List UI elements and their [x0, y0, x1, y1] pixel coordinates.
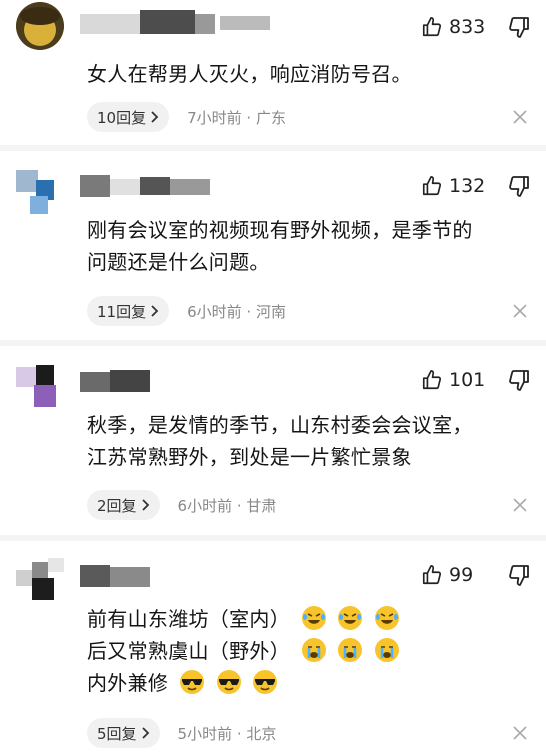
rofl-emoji-icon — [301, 606, 326, 630]
thumbs-down-icon[interactable] — [507, 563, 531, 587]
time-location: 5小时前 · 北京 — [177, 724, 277, 743]
avatar[interactable] — [16, 361, 64, 409]
comment-line: 问题还是什么问题。 — [87, 250, 270, 274]
comment-line: 刚有会议室的视频现有野外视频，是季节的 — [87, 218, 473, 242]
avatar[interactable] — [16, 166, 64, 214]
username[interactable] — [80, 10, 270, 34]
reply-label: 11回复 — [97, 302, 147, 321]
reply-label: 10回复 — [97, 108, 147, 127]
rofl-emoji-icon — [375, 606, 400, 630]
username[interactable] — [80, 368, 150, 392]
comment-meta: 10回复 7小时前 · 广东 — [87, 102, 286, 132]
sunglasses-emoji-icon — [216, 670, 241, 694]
comment-line-text: 前有山东潍坊（室内） — [87, 607, 290, 631]
comment-line: 江苏常熟野外，到处是一片繁忙景象 — [87, 445, 412, 469]
close-icon[interactable] — [512, 497, 528, 513]
comment-meta: 11回复 6小时前 · 河南 — [87, 296, 286, 326]
comment-4: 99 前有山东潍坊（室内） 后又常熟虞山（野外） 内外兼修 5回复 5小时前 ·… — [0, 541, 546, 754]
reply-label: 2回复 — [97, 496, 137, 515]
username[interactable] — [80, 563, 150, 587]
like-count: 132 — [449, 175, 486, 197]
chevron-right-icon — [141, 727, 149, 739]
comment-1: 833 女人在帮男人灭火，响应消防号召。 10回复 7小时前 · 广东 — [0, 0, 546, 145]
chevron-right-icon — [151, 305, 159, 317]
reply-button[interactable]: 5回复 — [87, 718, 160, 748]
like-count: 101 — [449, 369, 486, 391]
like-count: 99 — [449, 564, 474, 586]
comment-meta: 2回复 6小时前 · 甘肃 — [87, 490, 276, 520]
comment-line: 秋季，是发情的季节，山东村委会会议室， — [87, 413, 473, 437]
chevron-right-icon — [141, 499, 149, 511]
sob-emoji-icon — [301, 638, 326, 662]
time-location: 7小时前 · 广东 — [187, 108, 286, 127]
close-icon[interactable] — [512, 109, 528, 125]
reply-button[interactable]: 10回复 — [87, 102, 170, 132]
close-icon[interactable] — [512, 303, 528, 319]
comment-text: 女人在帮男人灭火，响应消防号召。 — [87, 58, 532, 90]
comment-text: 秋季，是发情的季节，山东村委会会议室， 江苏常熟野外，到处是一片繁忙景象 — [87, 409, 532, 473]
thumbs-down-icon[interactable] — [507, 15, 531, 39]
chevron-right-icon — [151, 111, 159, 123]
comment-text: 刚有会议室的视频现有野外视频，是季节的 问题还是什么问题。 — [87, 214, 532, 278]
time-location: 6小时前 · 甘肃 — [177, 496, 277, 515]
thumbs-up-icon — [422, 176, 442, 196]
thumbs-down-icon[interactable] — [507, 368, 531, 392]
thumbs-down-icon[interactable] — [507, 174, 531, 198]
thumbs-up-icon — [422, 370, 442, 390]
comment-line: 前有山东潍坊（室内） — [87, 603, 532, 635]
comment-3: 101 秋季，是发情的季节，山东村委会会议室， 江苏常熟野外，到处是一片繁忙景象… — [0, 346, 546, 535]
comment-line-text: 后又常熟虞山（野外） — [87, 639, 290, 663]
comment-line-text: 内外兼修 — [87, 671, 169, 695]
close-icon[interactable] — [512, 725, 528, 741]
comment-text: 前有山东潍坊（室内） 后又常熟虞山（野外） 内外兼修 — [87, 603, 532, 699]
sunglasses-emoji-icon — [253, 670, 278, 694]
like-count: 833 — [449, 16, 486, 38]
thumbs-up-icon — [422, 17, 442, 37]
like-button[interactable]: 99 — [421, 560, 473, 590]
rofl-emoji-icon — [338, 606, 363, 630]
sunglasses-emoji-icon — [179, 670, 204, 694]
avatar[interactable] — [16, 2, 64, 50]
reply-label: 5回复 — [97, 724, 137, 743]
comment-line: 内外兼修 — [87, 667, 532, 699]
comment-2: 132 刚有会议室的视频现有野外视频，是季节的 问题还是什么问题。 11回复 6… — [0, 151, 546, 340]
time-location: 6小时前 · 河南 — [187, 302, 286, 321]
sob-emoji-icon — [375, 638, 400, 662]
avatar[interactable] — [16, 556, 64, 604]
username[interactable] — [80, 173, 210, 197]
comment-meta: 5回复 5小时前 · 北京 — [87, 718, 276, 748]
like-button[interactable]: 101 — [421, 365, 485, 395]
like-button[interactable]: 833 — [421, 12, 485, 42]
thumbs-up-icon — [422, 565, 442, 585]
reply-button[interactable]: 2回复 — [87, 490, 160, 520]
sob-emoji-icon — [338, 638, 363, 662]
comment-line: 后又常熟虞山（野外） — [87, 635, 532, 667]
reply-button[interactable]: 11回复 — [87, 296, 170, 326]
like-button[interactable]: 132 — [421, 171, 485, 201]
comment-line: 女人在帮男人灭火，响应消防号召。 — [87, 62, 412, 86]
